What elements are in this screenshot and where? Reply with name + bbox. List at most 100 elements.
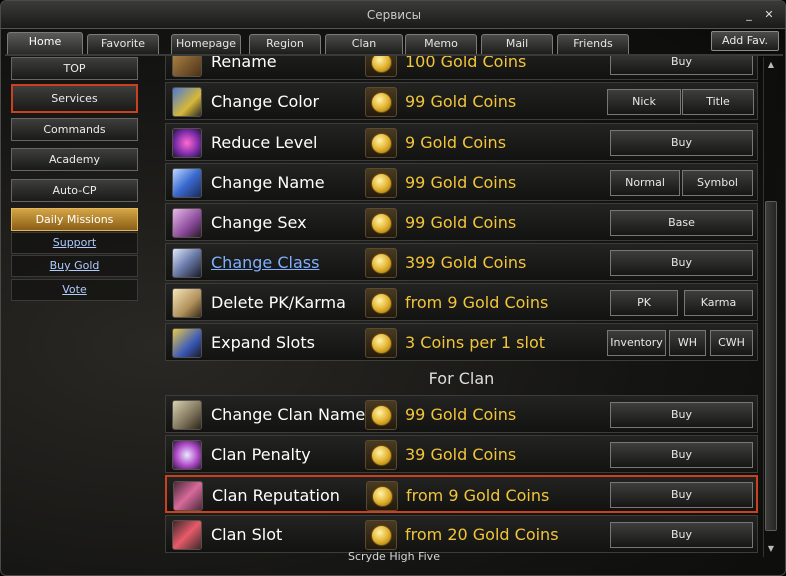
service-row-clan-penalty: Clan Penalty 39 Gold Coins Buy: [165, 435, 758, 473]
service-name: Change Name: [211, 173, 325, 192]
services-window: Сервисы _ ✕ Home Favorite Homepage Regio…: [0, 0, 786, 576]
clan-section-title: For Clan: [428, 369, 495, 388]
gold-coin-icon: [365, 168, 397, 198]
minimize-icon[interactable]: _: [743, 9, 755, 21]
tab-region[interactable]: Region: [249, 34, 321, 54]
service-name[interactable]: Change Class: [211, 253, 319, 272]
normal-button[interactable]: Normal: [610, 170, 680, 196]
sidebar-daily-missions-button[interactable]: Daily Missions: [11, 208, 138, 231]
clock-icon: [172, 440, 202, 470]
rune-icon: [172, 168, 202, 198]
service-row-change-name: Change Name 99 Gold Coins Normal Symbol: [165, 163, 758, 201]
service-price: from 20 Gold Coins: [405, 525, 559, 544]
gold-coin-icon: [366, 481, 398, 511]
tab-memo[interactable]: Memo: [405, 34, 477, 54]
warrior-icon: [172, 248, 202, 278]
nick-button[interactable]: Nick: [607, 89, 681, 115]
gold-coin-icon: [365, 328, 397, 358]
service-name: Change Sex: [211, 213, 307, 232]
service-row-rename: Rename 100 Gold Coins Buy: [165, 56, 758, 80]
book-icon: [172, 208, 202, 238]
tab-home[interactable]: Home: [7, 32, 83, 54]
gold-coin-icon: [365, 440, 397, 470]
sidebar-top-button[interactable]: TOP: [11, 57, 138, 80]
tab-friends[interactable]: Friends: [557, 34, 629, 54]
service-row-reduce-level: Reduce Level 9 Gold Coins Buy: [165, 123, 758, 161]
gold-coin-icon: [365, 288, 397, 318]
service-price: from 9 Gold Coins: [405, 293, 549, 312]
title-button[interactable]: Title: [682, 89, 754, 115]
buy-button[interactable]: Buy: [610, 402, 753, 428]
service-price: 99 Gold Coins: [405, 213, 517, 232]
close-icon[interactable]: ✕: [763, 9, 775, 21]
service-name: Clan Penalty: [211, 445, 311, 464]
inventory-button[interactable]: Inventory: [607, 330, 666, 356]
tab-clan[interactable]: Clan: [325, 34, 403, 54]
gold-coin-icon: [365, 400, 397, 430]
sidebar-buy-gold-link[interactable]: Buy Gold: [11, 255, 138, 277]
sidebar-vote-link[interactable]: Vote: [11, 279, 138, 301]
sidebar-commands-button[interactable]: Commands: [11, 118, 138, 141]
tab-homepage[interactable]: Homepage: [171, 34, 241, 54]
karma-button[interactable]: Karma: [684, 290, 753, 316]
services-list: Rename 100 Gold Coins Buy Change Color 9…: [165, 56, 758, 556]
tab-bar: Home Favorite Homepage Region Clan Memo …: [7, 32, 647, 54]
gold-coin-icon: [365, 87, 397, 117]
sidebar-services-button[interactable]: Services: [11, 84, 138, 113]
crossed-swords-icon: [172, 520, 202, 550]
service-name: Clan Slot: [211, 525, 283, 544]
lollipop-icon: [172, 128, 202, 158]
service-price: from 9 Gold Coins: [406, 486, 550, 505]
buy-button[interactable]: Buy: [610, 482, 753, 508]
scroll-icon: [172, 56, 202, 77]
service-name: Clan Reputation: [212, 486, 340, 505]
scroll-up-icon[interactable]: ▲: [765, 59, 777, 71]
gold-coin-icon: [365, 128, 397, 158]
gold-coin-icon: [365, 248, 397, 278]
pk-button[interactable]: PK: [610, 290, 678, 316]
clan-scroll-icon: [172, 400, 202, 430]
service-name: Change Color: [211, 92, 320, 111]
service-price: 399 Gold Coins: [405, 253, 527, 272]
service-row-change-sex: Change Sex 99 Gold Coins Base: [165, 203, 758, 241]
service-price: 99 Gold Coins: [405, 92, 517, 111]
parchment-icon: [172, 288, 202, 318]
add-fav-button[interactable]: Add Fav.: [711, 31, 779, 51]
service-row-clan-reputation: Clan Reputation from 9 Gold Coins Buy: [165, 475, 758, 513]
service-row-expand-slots: Expand Slots 3 Coins per 1 slot Inventor…: [165, 323, 758, 361]
base-button[interactable]: Base: [610, 210, 753, 236]
gold-coin-icon: [365, 56, 397, 77]
buy-button[interactable]: Buy: [610, 250, 753, 276]
ticket-icon: [172, 328, 202, 358]
gold-coin-icon: [365, 208, 397, 238]
sidebar-autocp-button[interactable]: Auto-CP: [11, 179, 138, 202]
buy-button[interactable]: Buy: [610, 522, 753, 548]
title-bar[interactable]: Сервисы _ ✕: [1, 1, 785, 29]
service-row-change-class: Change Class 399 Gold Coins Buy: [165, 243, 758, 281]
cwh-button[interactable]: CWH: [710, 330, 753, 356]
buy-button[interactable]: Buy: [610, 56, 753, 75]
scrollbar-thumb[interactable]: [765, 201, 777, 531]
tab-favorite[interactable]: Favorite: [87, 34, 159, 54]
service-name: Expand Slots: [211, 333, 315, 352]
buy-button[interactable]: Buy: [610, 442, 753, 468]
wh-button[interactable]: WH: [669, 330, 706, 356]
palette-icon: [172, 87, 202, 117]
service-price: 9 Gold Coins: [405, 133, 507, 152]
tab-mail[interactable]: Mail: [481, 34, 553, 54]
footer-server-name: Scryde High Five: [348, 550, 440, 563]
service-price: 39 Gold Coins: [405, 445, 517, 464]
service-name: Reduce Level: [211, 133, 318, 152]
service-price: 100 Gold Coins: [405, 56, 527, 71]
service-row-change-color: Change Color 99 Gold Coins Nick Title: [165, 82, 758, 120]
service-price: 3 Coins per 1 slot: [405, 333, 546, 352]
buy-button[interactable]: Buy: [610, 130, 753, 156]
service-name: Change Clan Name: [211, 405, 366, 424]
service-row-clan-slot: Clan Slot from 20 Gold Coins Buy: [165, 515, 758, 553]
sidebar-academy-button[interactable]: Academy: [11, 148, 138, 171]
scrollbar[interactable]: ▲ ▼: [763, 57, 777, 557]
sidebar-support-link[interactable]: Support: [11, 232, 138, 254]
window-title: Сервисы: [366, 8, 422, 22]
symbol-button[interactable]: Symbol: [682, 170, 753, 196]
gold-coin-icon: [365, 520, 397, 550]
